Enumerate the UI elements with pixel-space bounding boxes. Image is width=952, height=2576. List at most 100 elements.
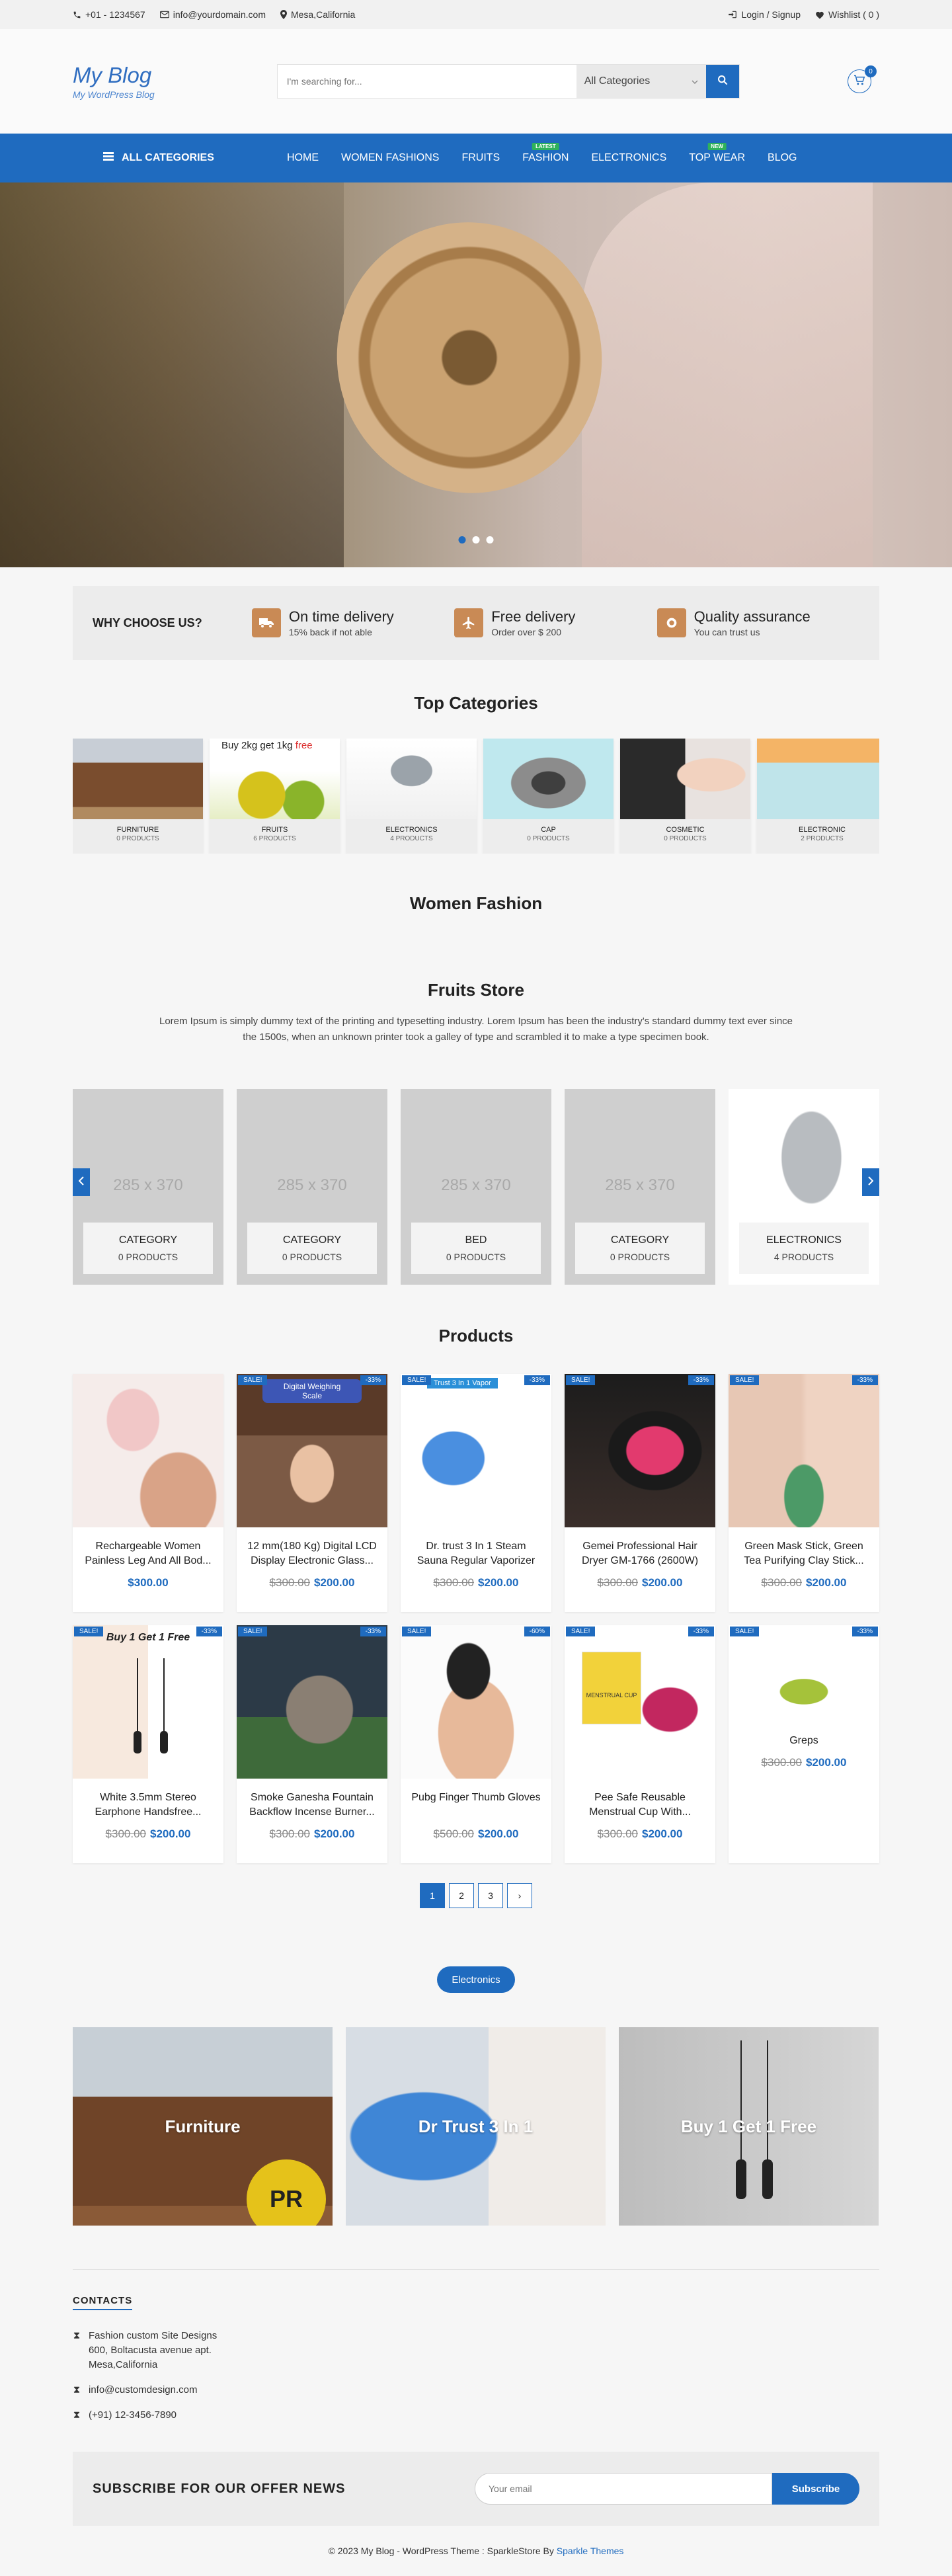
price-current: $200.00 xyxy=(806,1756,847,1769)
cart-button[interactable]: 0 xyxy=(848,65,877,93)
product-name[interactable]: White 3.5mm Stereo Earphone Handsfree... xyxy=(73,1791,223,1820)
category-card-furniture[interactable]: FURNITURE 0 PRODUCTS xyxy=(73,739,203,854)
product-card[interactable]: SALE! -33% Gemei Professional Hair Dryer… xyxy=(565,1374,715,1612)
pagination: 1 2 3 › xyxy=(73,1883,879,1908)
all-categories-toggle[interactable]: ALL CATEGORIES xyxy=(73,152,271,164)
nav-item-fruits[interactable]: FRUITS xyxy=(461,152,500,164)
promo-banners: PR Furniture Dr Trust 3 In 1 Buy 1 Get 1… xyxy=(73,2027,879,2226)
feature-title: Quality assurance xyxy=(694,608,811,625)
product-image: Buy 1 Get 1 Free xyxy=(73,1625,223,1779)
site-logo[interactable]: My Blog My WordPress Blog xyxy=(73,63,155,100)
product-image: Digital Weighing Scale xyxy=(237,1374,387,1527)
product-image: Trust 3 In 1 Vapor xyxy=(401,1374,551,1527)
category-count: 2 PRODUCTS xyxy=(801,835,844,842)
chevron-left-icon xyxy=(78,1176,84,1189)
product-grid: Rechargeable Women Painless Leg And All … xyxy=(73,1374,879,1863)
product-search: All Categories xyxy=(276,64,740,99)
category-tile[interactable]: 285 x 370 CATEGORY 0 PRODUCTS xyxy=(565,1089,715,1285)
discount-badge: -33% xyxy=(360,1627,386,1636)
nav-item-home[interactable]: HOME xyxy=(287,152,319,164)
next-page-button[interactable]: › xyxy=(507,1883,532,1908)
product-card[interactable]: Trust 3 In 1 Vapor SALE! -33% Dr. trust … xyxy=(401,1374,551,1612)
product-price: $300.00 $200.00 xyxy=(237,1828,387,1841)
slider-dot[interactable] xyxy=(472,536,480,543)
product-name[interactable]: Pee Safe Reusable Menstrual Cup With... xyxy=(565,1791,715,1820)
product-name[interactable]: Smoke Ganesha Fountain Backflow Incense … xyxy=(237,1791,387,1820)
slider-dot[interactable] xyxy=(486,536,494,543)
nav-item-electronics[interactable]: ELECTRONICS xyxy=(591,152,666,164)
nav-item-label: FASHION xyxy=(522,152,569,163)
site-header: My Blog My WordPress Blog All Categories… xyxy=(0,29,952,134)
placeholder-size: 285 x 370 xyxy=(605,1176,675,1194)
carousel-next-button[interactable] xyxy=(862,1168,879,1196)
sparkle-themes-link[interactable]: Sparkle Themes xyxy=(557,2546,624,2556)
phone-contact[interactable]: +01 - 1234567 xyxy=(73,9,145,20)
category-tile-electronics[interactable]: ELECTRONICS 4 PRODUCTS xyxy=(729,1089,879,1285)
category-card-cosmetic[interactable]: COSMETIC 0 PRODUCTS xyxy=(620,739,750,854)
nav-item-women-fashions[interactable]: WOMEN FASHIONS xyxy=(341,152,439,164)
sale-badge: SALE! xyxy=(566,1375,596,1385)
nav-item-blog[interactable]: BLOG xyxy=(768,152,797,164)
page-2-button[interactable]: 2 xyxy=(449,1883,474,1908)
hero-slider[interactable] xyxy=(0,182,952,567)
contact-email[interactable]: ⧗ info@customdesign.com xyxy=(73,2383,879,2397)
product-name[interactable]: Rechargeable Women Painless Leg And All … xyxy=(73,1539,223,1568)
product-price: $300.00 $200.00 xyxy=(565,1828,715,1841)
page-3-button[interactable]: 3 xyxy=(478,1883,503,1908)
product-name[interactable]: Greps xyxy=(780,1734,828,1748)
product-card[interactable]: MENSTRUAL CUP SALE! -33% Pee Safe Reusab… xyxy=(565,1625,715,1863)
category-tile[interactable]: 285 x 370 CATEGORY 0 PRODUCTS xyxy=(237,1089,387,1285)
plane-icon xyxy=(454,608,484,637)
product-name[interactable]: Dr. trust 3 In 1 Steam Sauna Regular Vap… xyxy=(401,1539,551,1568)
contact-phone[interactable]: ⧗ (+91) 12-3456-7890 xyxy=(73,2408,879,2423)
category-select[interactable]: All Categories xyxy=(576,65,706,98)
product-card[interactable]: SALE! -33% Smoke Ganesha Fountain Backfl… xyxy=(237,1625,387,1863)
product-price: $300.00 $200.00 xyxy=(762,1756,847,1769)
product-name[interactable]: Gemei Professional Hair Dryer GM-1766 (2… xyxy=(565,1539,715,1568)
product-card[interactable]: Buy 1 Get 1 Free SALE! -33% White 3.5mm … xyxy=(73,1625,223,1863)
search-button[interactable] xyxy=(705,65,739,98)
email-contact[interactable]: info@yourdomain.com xyxy=(159,9,266,20)
login-link[interactable]: Login / Signup xyxy=(728,9,801,20)
product-price: $300.00 $200.00 xyxy=(729,1576,879,1590)
banner-furniture[interactable]: PR Furniture xyxy=(73,2027,333,2226)
nav-menu: HOME WOMEN FASHIONS FRUITS LATEST FASHION… xyxy=(287,143,797,164)
product-card[interactable]: Rechargeable Women Painless Leg And All … xyxy=(73,1374,223,1612)
nav-item-top-wear[interactable]: NEW TOP WEAR xyxy=(689,143,745,164)
location-contact: Mesa,California xyxy=(280,9,355,20)
women-fashion-title: Women Fashion xyxy=(409,893,543,913)
scale-banner: Digital Weighing Scale xyxy=(262,1379,362,1403)
category-card-cap[interactable]: CAP 0 PRODUCTS xyxy=(483,739,614,854)
discount-badge: -33% xyxy=(852,1627,878,1636)
tile-label: CATEGORY 0 PRODUCTS xyxy=(247,1223,377,1274)
category-tile[interactable]: 285 x 370 CATEGORY 0 PRODUCTS xyxy=(73,1089,223,1285)
electronics-tab-button[interactable]: Electronics xyxy=(437,1966,515,1993)
product-name[interactable]: Pubg Finger Thumb Gloves xyxy=(401,1791,551,1820)
discount-badge: -33% xyxy=(688,1627,714,1636)
wishlist-link[interactable]: Wishlist ( 0 ) xyxy=(815,9,879,20)
product-card[interactable]: SALE! -60% Pubg Finger Thumb Gloves $500… xyxy=(401,1625,551,1863)
product-card[interactable]: Digital Weighing Scale SALE! -33% 12 mm(… xyxy=(237,1374,387,1612)
price-old: $300.00 xyxy=(761,1576,802,1589)
carousel-prev-button[interactable] xyxy=(73,1168,90,1196)
slider-dot[interactable] xyxy=(458,536,466,543)
subscribe-email-input[interactable] xyxy=(475,2473,772,2505)
nav-item-fashion[interactable]: LATEST FASHION xyxy=(522,143,569,164)
banner-dr-trust[interactable]: Dr Trust 3 In 1 xyxy=(346,2027,606,2226)
subscribe-button[interactable]: Subscribe xyxy=(772,2473,859,2505)
page-1-button[interactable]: 1 xyxy=(420,1883,445,1908)
product-name[interactable]: 12 mm(180 Kg) Digital LCD Display Electr… xyxy=(237,1539,387,1568)
category-card-electronic[interactable]: ELECTRONIC 2 PRODUCTS xyxy=(757,739,879,854)
category-card-fruits[interactable]: Buy 2kg get 1kg free FRUITS 6 PRODUCTS xyxy=(210,739,340,854)
banner-buy-1-get-1[interactable]: Buy 1 Get 1 Free xyxy=(619,2027,879,2226)
product-card[interactable]: SALE! -33% Greps $300.00 $200.00 xyxy=(729,1625,879,1863)
category-tile-bed[interactable]: 285 x 370 BED 0 PRODUCTS xyxy=(401,1089,551,1285)
product-name[interactable]: Green Mask Stick, Green Tea Purifying Cl… xyxy=(729,1539,879,1568)
product-card[interactable]: SALE! -33% Green Mask Stick, Green Tea P… xyxy=(729,1374,879,1612)
location-text: Mesa,California xyxy=(290,9,356,20)
category-card-electronics[interactable]: ELECTRONICS 4 PRODUCTS xyxy=(346,739,477,854)
search-input[interactable] xyxy=(277,65,576,98)
contact-address: ⧗ Fashion custom Site Designs 600, Bolta… xyxy=(73,2329,879,2372)
site-title[interactable]: My Blog xyxy=(73,63,155,88)
feature-free-delivery: Free delivery Order over $ 200 xyxy=(454,608,656,637)
